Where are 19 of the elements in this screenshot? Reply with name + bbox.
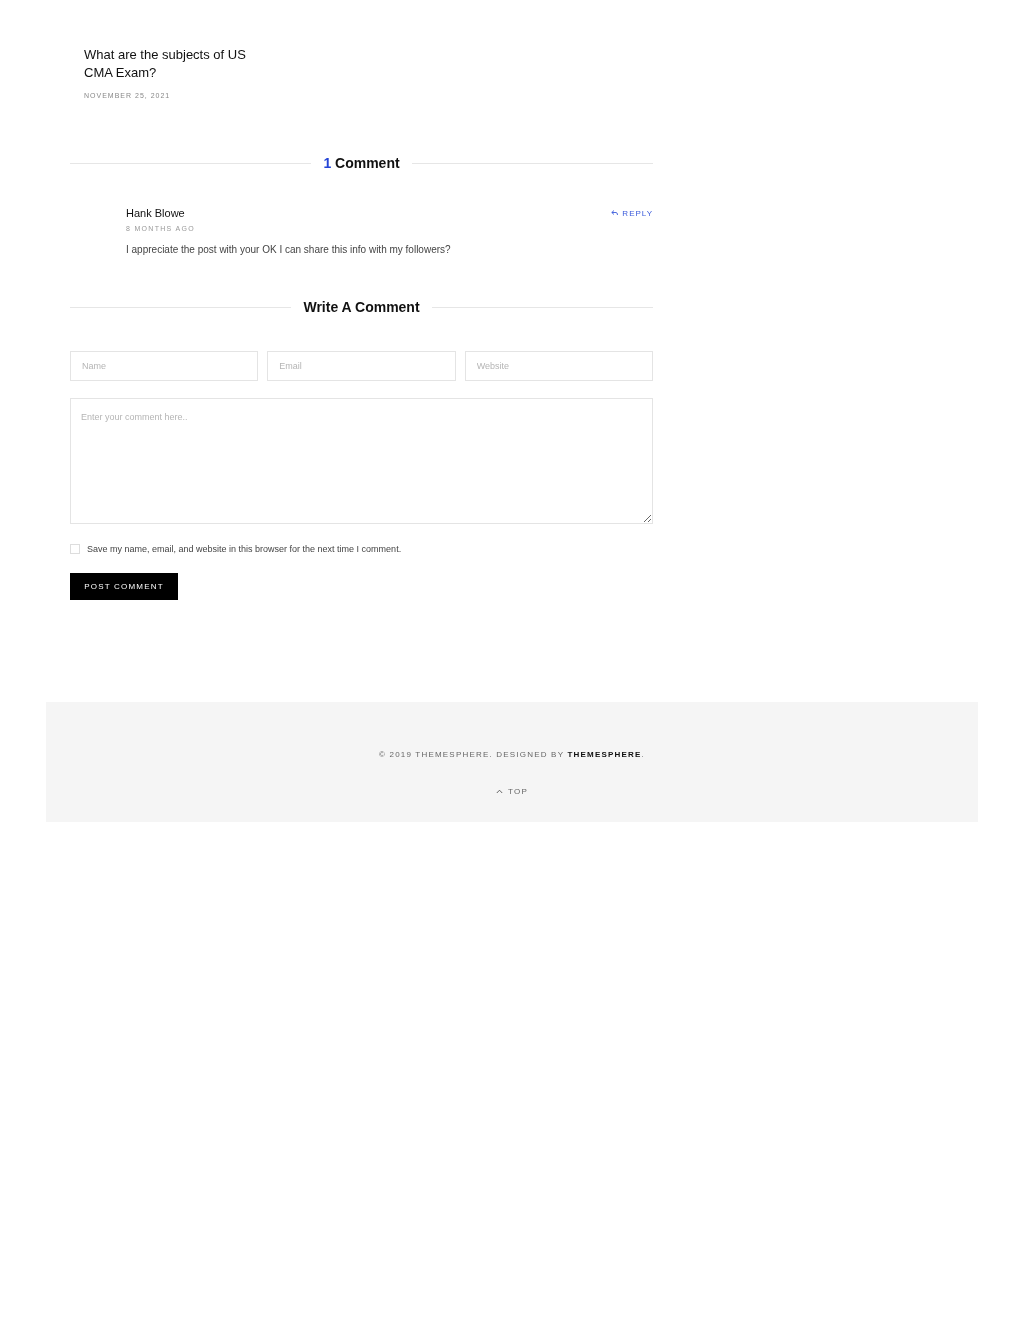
post-comment-button[interactable]: POST COMMENT xyxy=(70,573,178,600)
checkbox-label: Save my name, email, and website in this browser for the next time I comment. xyxy=(87,544,402,554)
section-heading: Comment xyxy=(335,155,400,171)
back-to-top-link[interactable]: TOP xyxy=(496,787,528,796)
checkbox[interactable] xyxy=(70,544,80,554)
section-heading: Write A Comment xyxy=(303,299,420,315)
post-title[interactable]: What are the subjects of US CMA Exam? xyxy=(84,46,254,82)
reply-link[interactable]: REPLY xyxy=(611,208,653,218)
input-field[interactable]: Email xyxy=(267,351,456,381)
comment-count: 1 xyxy=(323,155,332,171)
comment-field[interactable]: Enter your comment here.. xyxy=(70,398,653,524)
reply-icon xyxy=(611,210,619,216)
copyright-text: © 2019 THEMESPHERE. DESIGNED BY THEMESPHERE. xyxy=(378,750,645,759)
input-field[interactable]: Website xyxy=(464,351,653,381)
comment-author: Hank Blowe xyxy=(126,207,185,219)
designer-link[interactable]: THEMESPHERE xyxy=(567,750,642,759)
caret-icon xyxy=(496,789,504,794)
input-field[interactable]: Name xyxy=(70,351,259,381)
comment-text: I appreciate the post with your OK I can share this info with my followers? xyxy=(126,244,452,255)
